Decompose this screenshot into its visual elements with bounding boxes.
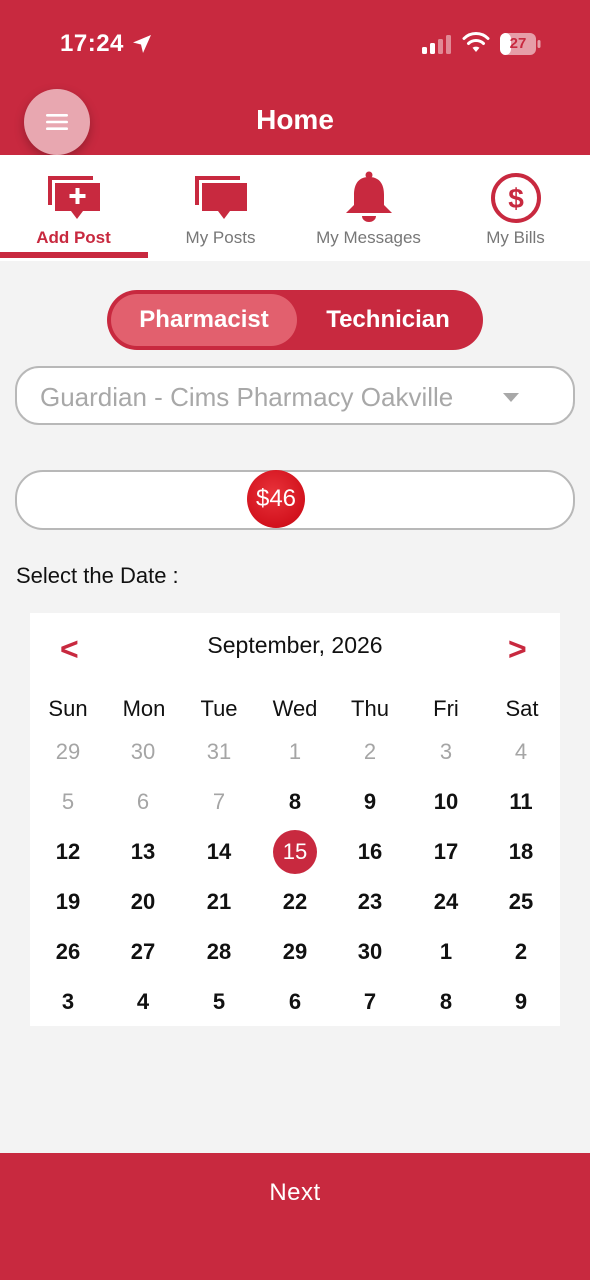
- weekday-label: Sun: [48, 696, 88, 721]
- weekday-label: Wed: [272, 696, 318, 721]
- tab-my-bills[interactable]: $ My Bills: [442, 155, 589, 261]
- status-bar: 17:24 27: [0, 0, 590, 90]
- calendar-day[interactable]: 5: [46, 780, 90, 824]
- calendar-day[interactable]: 14: [197, 830, 241, 874]
- calendar-day[interactable]: 30: [348, 930, 392, 974]
- tab-add-post[interactable]: Add Post: [0, 155, 148, 261]
- calendar-day[interactable]: 2: [499, 930, 543, 974]
- calendar-day[interactable]: 21: [197, 880, 241, 924]
- calendar-day[interactable]: 4: [121, 980, 165, 1024]
- calendar-day[interactable]: 3: [424, 730, 468, 774]
- calendar-day[interactable]: 22: [273, 880, 317, 924]
- calendar-day[interactable]: 6: [273, 980, 317, 1024]
- calendar-day[interactable]: 7: [197, 780, 241, 824]
- weekday-header: Sun Mon Tue Wed Thu Fri Sat: [30, 696, 560, 726]
- calendar-day[interactable]: 8: [424, 980, 468, 1024]
- pharmacy-select[interactable]: Guardian - Cims Pharmacy Oakville: [15, 366, 575, 425]
- calendar-day[interactable]: 31: [197, 730, 241, 774]
- tab-label: My Posts: [185, 228, 256, 247]
- location-arrow-icon: [133, 35, 151, 53]
- wifi-icon: [462, 32, 490, 52]
- tab-my-messages[interactable]: My Messages: [295, 155, 442, 261]
- calendar-day[interactable]: 13: [121, 830, 165, 874]
- rate-slider-thumb[interactable]: $46: [247, 470, 305, 528]
- calendar-day[interactable]: 2: [348, 730, 392, 774]
- tab-label: My Bills: [486, 228, 545, 247]
- next-month-button[interactable]: >: [508, 631, 527, 668]
- tab-label: My Messages: [316, 228, 421, 247]
- calendar-day[interactable]: 8: [273, 780, 317, 824]
- page-title: Home: [256, 104, 334, 135]
- calendar-day[interactable]: 5: [197, 980, 241, 1024]
- calendar-day[interactable]: 1: [273, 730, 317, 774]
- calendar-day[interactable]: 23: [348, 880, 392, 924]
- app-header: 17:24 27 Home: [0, 0, 590, 155]
- status-time: 17:24: [60, 30, 124, 57]
- calendar-day[interactable]: 29: [46, 730, 90, 774]
- role-toggle: Pharmacist Technician: [107, 290, 483, 350]
- calendar-month-title: September, 2026: [207, 632, 383, 658]
- calendar-day[interactable]: 28: [197, 930, 241, 974]
- calendar-day[interactable]: 9: [348, 780, 392, 824]
- svg-text:$: $: [508, 183, 524, 214]
- calendar-day[interactable]: 12: [46, 830, 90, 874]
- calendar-day[interactable]: 11: [499, 780, 543, 824]
- calendar: < September, 2026 > Sun Mon Tue Wed Thu …: [30, 613, 560, 1026]
- cellular-signal-icon: [422, 35, 451, 54]
- calendar-day[interactable]: 18: [499, 830, 543, 874]
- posts-icon: [194, 176, 247, 219]
- weekday-label: Fri: [433, 696, 459, 721]
- calendar-days: 29 30 31 1 2 3 4 5 6 7 8 9 10 11 12 13 14 15 16 17 18 19 20 21 2…: [30, 727, 560, 1027]
- calendar-day[interactable]: 16: [348, 830, 392, 874]
- technician-option[interactable]: Technician: [297, 294, 479, 346]
- calendar-day[interactable]: 26: [46, 930, 90, 974]
- calendar-day[interactable]: 20: [121, 880, 165, 924]
- calendar-day[interactable]: 30: [121, 730, 165, 774]
- calendar-day[interactable]: 29: [273, 930, 317, 974]
- calendar-day[interactable]: 4: [499, 730, 543, 774]
- calendar-day[interactable]: 9: [499, 980, 543, 1024]
- calendar-day[interactable]: 10: [424, 780, 468, 824]
- weekday-label: Thu: [351, 696, 389, 721]
- weekday-label: Sat: [505, 696, 539, 721]
- pharmacist-option[interactable]: Pharmacist: [111, 294, 297, 346]
- calendar-day[interactable]: 1: [424, 930, 468, 974]
- next-button[interactable]: Next: [0, 1153, 590, 1280]
- tab-label: Add Post: [36, 228, 111, 247]
- caret-down-icon: [503, 393, 519, 402]
- calendar-day[interactable]: 17: [424, 830, 468, 874]
- dollar-icon: $: [490, 173, 541, 223]
- weekday-label: Mon: [122, 696, 166, 721]
- weekday-label: Tue: [200, 696, 238, 721]
- calendar-day[interactable]: 6: [121, 780, 165, 824]
- calendar-day[interactable]: 27: [121, 930, 165, 974]
- calendar-day[interactable]: 7: [348, 980, 392, 1024]
- battery-level: 27: [509, 35, 527, 52]
- add-post-icon: [47, 176, 100, 219]
- calendar-day[interactable]: 25: [499, 880, 543, 924]
- active-tab-indicator: [0, 252, 148, 258]
- bell-icon: [345, 171, 392, 222]
- select-date-label: Select the Date :: [16, 563, 179, 588]
- tab-bar: Add Post My Posts My Messages $ My Bills: [0, 155, 590, 261]
- tab-my-posts[interactable]: My Posts: [147, 155, 294, 261]
- pharmacy-select-value: Guardian - Cims Pharmacy Oakville: [40, 382, 454, 412]
- calendar-day[interactable]: 19: [46, 880, 90, 924]
- calendar-day[interactable]: 3: [46, 980, 90, 1024]
- calendar-day[interactable]: 15: [273, 830, 317, 874]
- calendar-day[interactable]: 24: [424, 880, 468, 924]
